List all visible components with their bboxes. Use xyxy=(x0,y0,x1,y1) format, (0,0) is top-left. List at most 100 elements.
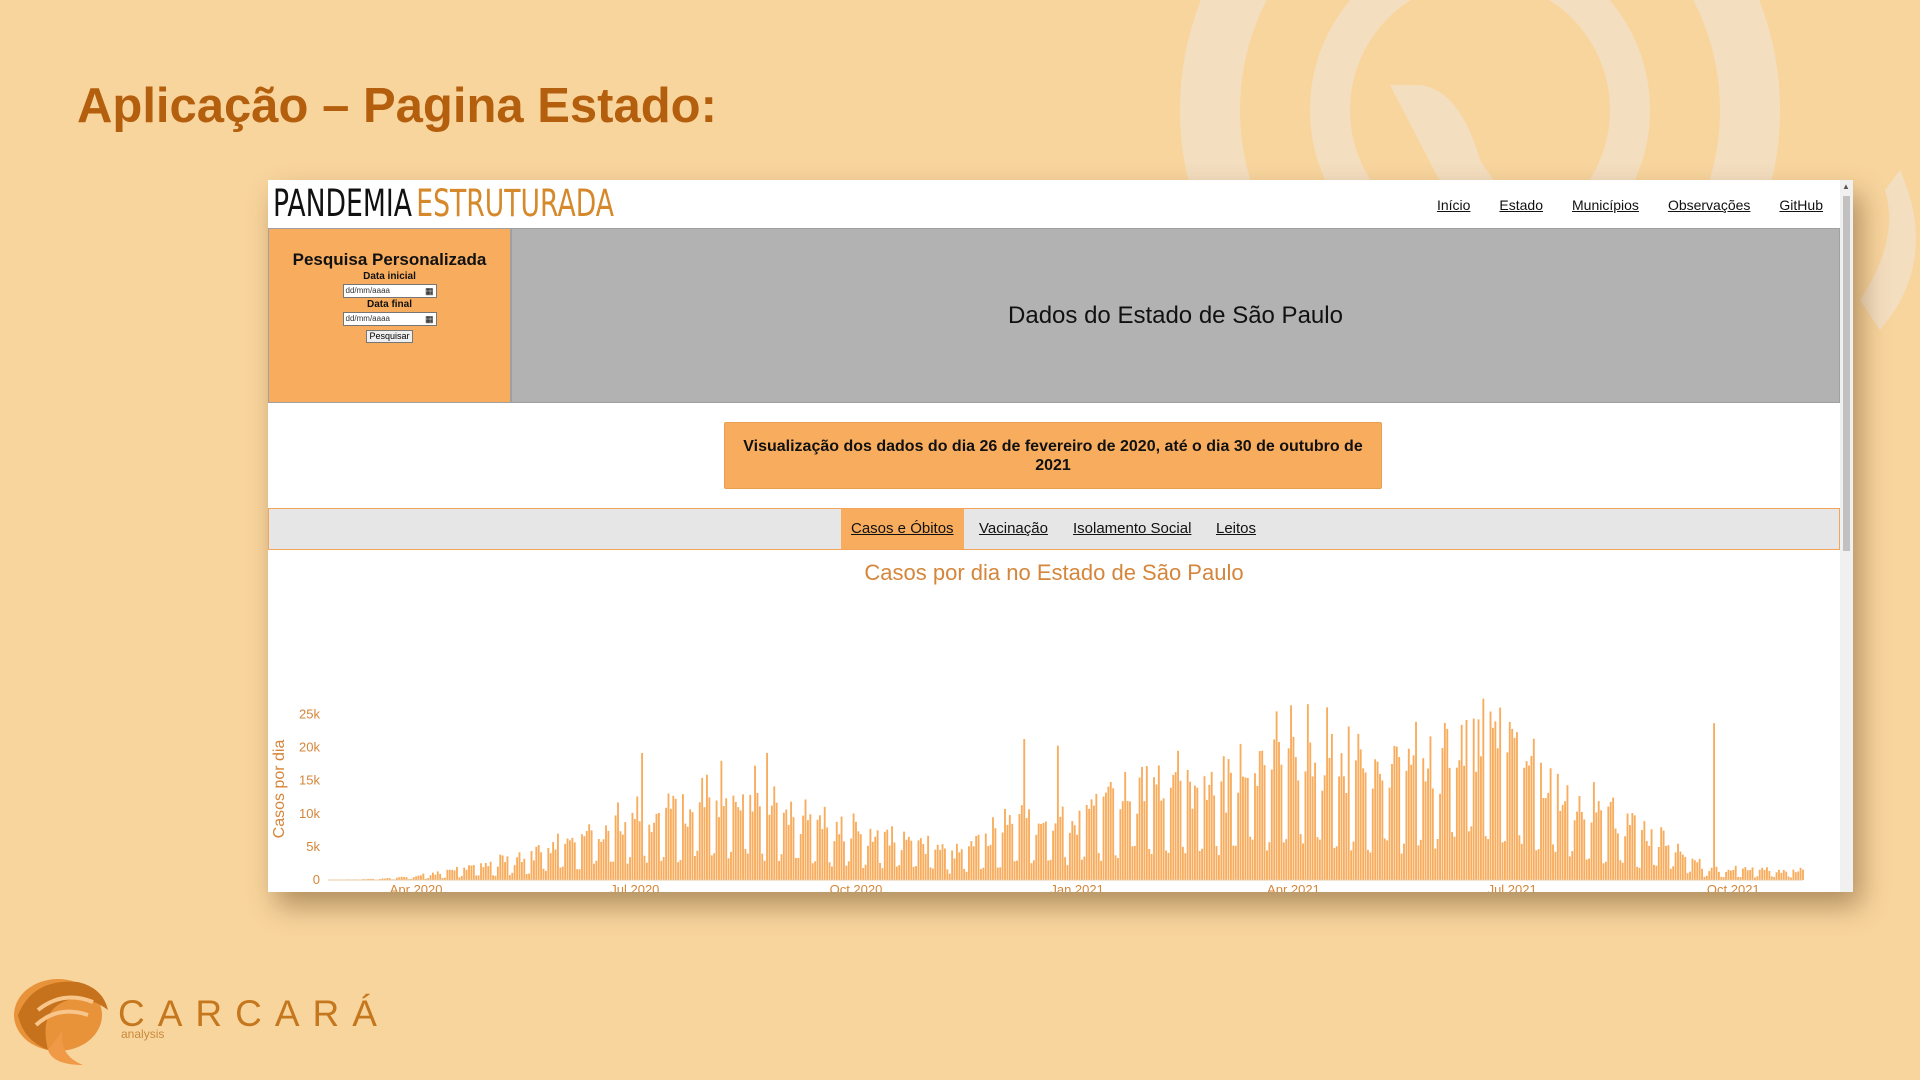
chart-bar xyxy=(922,843,925,880)
calendar-icon[interactable]: ▦ xyxy=(425,313,434,325)
tab-leitos[interactable]: Leitos xyxy=(1206,509,1266,549)
chart-bar xyxy=(1535,850,1538,880)
chart-bar xyxy=(1249,836,1252,880)
chart-bar xyxy=(1095,793,1098,880)
chart-bar xyxy=(1352,841,1355,880)
chart-bar xyxy=(581,834,583,880)
chart-bar xyxy=(987,846,990,880)
chart-bar xyxy=(1162,798,1165,880)
chart-bar xyxy=(903,831,905,880)
start-date-input[interactable]: dd/mm/aaaa ▦ xyxy=(342,284,437,298)
chart-bar xyxy=(612,861,615,880)
chart-bar xyxy=(641,752,644,880)
chart-bar xyxy=(489,861,492,880)
chart-bar xyxy=(1540,762,1542,880)
chart-bar xyxy=(453,870,456,880)
nav-link-estado[interactable]: Estado xyxy=(1499,197,1543,213)
nav-link-municipios[interactable]: Municípios xyxy=(1572,197,1639,213)
chart-bar xyxy=(1345,793,1348,880)
calendar-icon[interactable]: ▦ xyxy=(425,285,434,297)
chart-bar xyxy=(561,866,564,880)
chart-bar xyxy=(1780,872,1783,880)
chart-bar xyxy=(1794,872,1797,880)
chart-bar xyxy=(1059,816,1062,880)
chart-bar xyxy=(1330,733,1333,880)
chart-bar xyxy=(1689,871,1691,880)
chart-bar xyxy=(770,805,773,880)
chart-bar xyxy=(496,866,499,880)
chart-bar xyxy=(855,821,857,880)
chart-bar xyxy=(1568,856,1571,880)
chart-bar xyxy=(1583,819,1586,880)
chart-bar xyxy=(1674,852,1677,880)
chart-bar xyxy=(1239,743,1242,880)
chart-bar xyxy=(732,795,735,880)
chart-bar xyxy=(1323,775,1326,880)
chart-bar xyxy=(1626,813,1629,880)
chart-bar xyxy=(1220,781,1223,880)
chart-bar xyxy=(571,837,574,880)
chart-bar xyxy=(1105,792,1107,880)
nav-link-inicio[interactable]: Início xyxy=(1437,197,1470,213)
chart-bar xyxy=(797,857,800,880)
chart-bar xyxy=(1073,825,1076,880)
chart-bar xyxy=(1537,849,1540,880)
chart-bar xyxy=(1088,808,1091,880)
chart-bar xyxy=(1032,860,1035,880)
chart-bar xyxy=(1792,869,1795,880)
chart-bar xyxy=(638,821,641,880)
brand-logo[interactable]: PANDEMIA ESTRUTURADA xyxy=(273,182,614,226)
chart-bar xyxy=(1292,736,1295,880)
chart-bar xyxy=(1530,755,1533,880)
nav-link-observacoes[interactable]: Observações xyxy=(1668,197,1750,213)
chart-bar xyxy=(799,834,802,880)
scroll-up-icon[interactable]: ▲ xyxy=(1842,182,1850,191)
browser-screenshot: PANDEMIA ESTRUTURADA Início Estado Municí… xyxy=(268,180,1853,892)
chart-bar xyxy=(1150,853,1153,880)
chart-bar xyxy=(811,863,814,880)
chart-bar xyxy=(992,817,994,880)
chart-bar xyxy=(633,819,636,880)
chart-bar xyxy=(941,844,944,880)
chart-bar xyxy=(456,866,458,880)
chart-bar xyxy=(506,856,509,880)
chart-bar xyxy=(1205,799,1208,880)
page-scrollbar[interactable]: ▲ xyxy=(1840,180,1853,892)
chart-bar xyxy=(710,855,713,880)
chart-bar xyxy=(1186,769,1189,880)
chart-bar xyxy=(1417,845,1420,880)
chart-bar xyxy=(1561,804,1564,880)
tab-isolamento-social[interactable]: Isolamento Social xyxy=(1063,509,1201,549)
tab-vacinacao[interactable]: Vacinação xyxy=(969,509,1058,549)
scrollbar-thumb[interactable] xyxy=(1843,196,1850,551)
chart-bar xyxy=(751,811,754,880)
chart-bar xyxy=(1357,733,1360,880)
chart-bar xyxy=(1669,868,1672,880)
chart-bar xyxy=(429,875,432,880)
chart-bar xyxy=(1321,790,1324,880)
chart-bar xyxy=(1338,776,1341,880)
chart-bar xyxy=(982,867,985,880)
chart-bar xyxy=(1691,858,1694,880)
state-banner: Dados do Estado de São Paulo xyxy=(511,228,1840,403)
chart-bar xyxy=(1564,801,1566,880)
chart-bar xyxy=(643,855,646,880)
chart-bar xyxy=(734,801,737,880)
chart-bar xyxy=(1189,781,1192,880)
y-tick-label: 25k xyxy=(299,707,320,722)
chart-bar xyxy=(756,792,759,880)
chart-bar xyxy=(814,861,817,880)
chart-bar xyxy=(1160,800,1163,880)
end-date-input[interactable]: dd/mm/aaaa ▦ xyxy=(342,312,437,326)
chart-bar xyxy=(1141,766,1143,880)
chart-bar xyxy=(417,875,420,880)
chart-bar xyxy=(1109,781,1112,880)
search-button[interactable]: Pesquisar xyxy=(366,330,413,343)
chart-bar xyxy=(1578,795,1581,880)
chart-bar xyxy=(1588,858,1591,880)
chart-bar xyxy=(874,836,877,880)
nav-link-github[interactable]: GitHub xyxy=(1779,197,1823,213)
chart-bar xyxy=(708,797,711,880)
chart-bar xyxy=(432,872,434,880)
tab-casos-e-obitos[interactable]: Casos e Óbitos xyxy=(841,509,964,549)
